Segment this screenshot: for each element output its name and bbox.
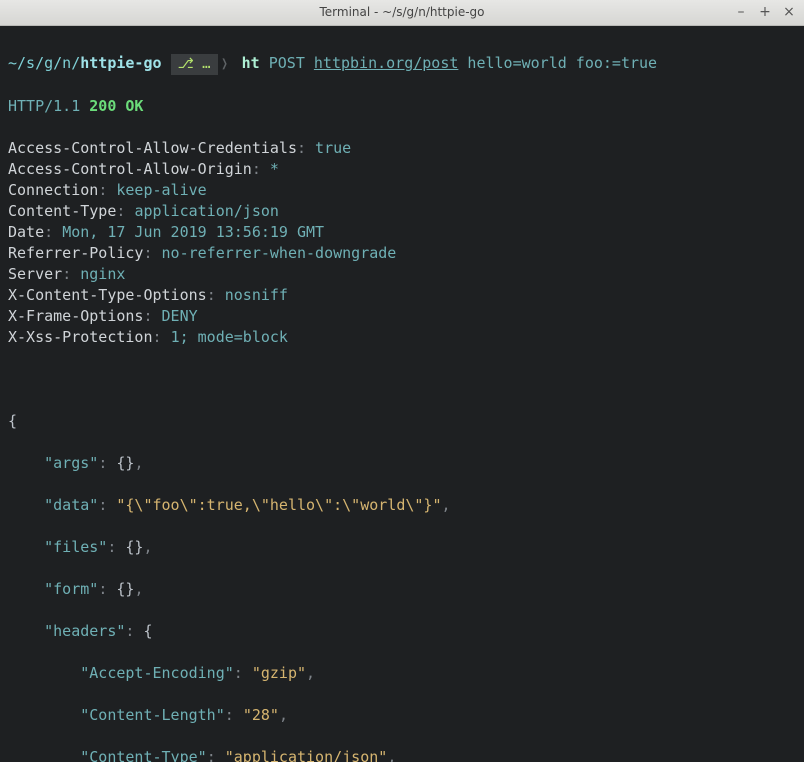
header-value: Mon, 17 Jun 2019 13:56:19 GMT — [62, 223, 324, 241]
json-data: "data": "{\"foo\":true,\"hello\":\"world… — [8, 495, 796, 516]
header-value: nginx — [80, 265, 125, 283]
json-open: { — [8, 411, 796, 432]
response-headers: Access-Control-Allow-Credentials: trueAc… — [8, 138, 796, 348]
http-proto: HTTP/1.1 — [8, 97, 80, 115]
response-header: Connection: keep-alive — [8, 180, 796, 201]
http-status: 200 OK — [89, 97, 143, 115]
header-key: Referrer-Policy — [8, 244, 143, 262]
response-header: X-Content-Type-Options: nosniff — [8, 285, 796, 306]
maximize-button[interactable]: + — [758, 2, 772, 23]
header-key: Connection — [8, 181, 98, 199]
json-h-ct: "Content-Type": "application/json", — [8, 747, 796, 762]
header-key: Content-Type — [8, 202, 116, 220]
header-key: X-Frame-Options — [8, 307, 143, 325]
header-value: true — [315, 139, 351, 157]
response-header: X-Frame-Options: DENY — [8, 306, 796, 327]
header-key: Date — [8, 223, 44, 241]
prompt-line-1: ~/s/g/n/httpie-go ⎇ …❯ ht POST httpbin.o… — [8, 53, 796, 75]
cwd-prefix: ~/s/g/n/ — [8, 54, 80, 72]
cmd-url: httpbin.org/post — [314, 54, 459, 72]
response-header: Access-Control-Allow-Origin: * — [8, 159, 796, 180]
response-header: Server: nginx — [8, 264, 796, 285]
response-header: X-Xss-Protection: 1; mode=block — [8, 327, 796, 348]
header-value: * — [270, 160, 279, 178]
json-files: "files": {}, — [8, 537, 796, 558]
header-value: keep-alive — [116, 181, 206, 199]
response-header: Access-Control-Allow-Credentials: true — [8, 138, 796, 159]
prompt-sep-icon: ❯ — [221, 53, 227, 74]
header-key: X-Xss-Protection — [8, 328, 153, 346]
header-value: nosniff — [225, 286, 288, 304]
header-key: Server — [8, 265, 62, 283]
window-title: Terminal - ~/s/g/n/httpie-go — [0, 2, 804, 23]
header-key: Access-Control-Allow-Credentials — [8, 139, 297, 157]
cwd-last: httpie-go — [80, 54, 161, 72]
close-button[interactable]: × — [782, 2, 796, 23]
header-value: application/json — [134, 202, 279, 220]
window-controls: – + × — [726, 2, 804, 23]
json-form: "form": {}, — [8, 579, 796, 600]
json-args: "args": {}, — [8, 453, 796, 474]
branch-icon: ⎇ — [178, 54, 194, 75]
json-headers-open: "headers": { — [8, 621, 796, 642]
header-value: 1; mode=block — [171, 328, 288, 346]
git-branch-badge: ⎇ … — [171, 54, 218, 75]
header-key: Access-Control-Allow-Origin — [8, 160, 252, 178]
cmd-method: POST — [269, 54, 305, 72]
cmd-name: ht — [242, 54, 260, 72]
cmd-args: hello=world foo:=true — [467, 54, 657, 72]
blank-line — [8, 369, 796, 390]
response-header: Content-Type: application/json — [8, 201, 796, 222]
status-line: HTTP/1.1 200 OK — [8, 96, 796, 117]
header-value: DENY — [162, 307, 198, 325]
terminal[interactable]: ~/s/g/n/httpie-go ⎇ …❯ ht POST httpbin.o… — [0, 26, 804, 762]
json-h-ae: "Accept-Encoding": "gzip", — [8, 663, 796, 684]
header-key: X-Content-Type-Options — [8, 286, 207, 304]
json-h-cl: "Content-Length": "28", — [8, 705, 796, 726]
branch-name: … — [202, 54, 210, 75]
response-header: Referrer-Policy: no-referrer-when-downgr… — [8, 243, 796, 264]
response-header: Date: Mon, 17 Jun 2019 13:56:19 GMT — [8, 222, 796, 243]
header-value: no-referrer-when-downgrade — [162, 244, 397, 262]
window-titlebar: Terminal - ~/s/g/n/httpie-go – + × — [0, 0, 804, 26]
minimize-button[interactable]: – — [734, 2, 748, 23]
